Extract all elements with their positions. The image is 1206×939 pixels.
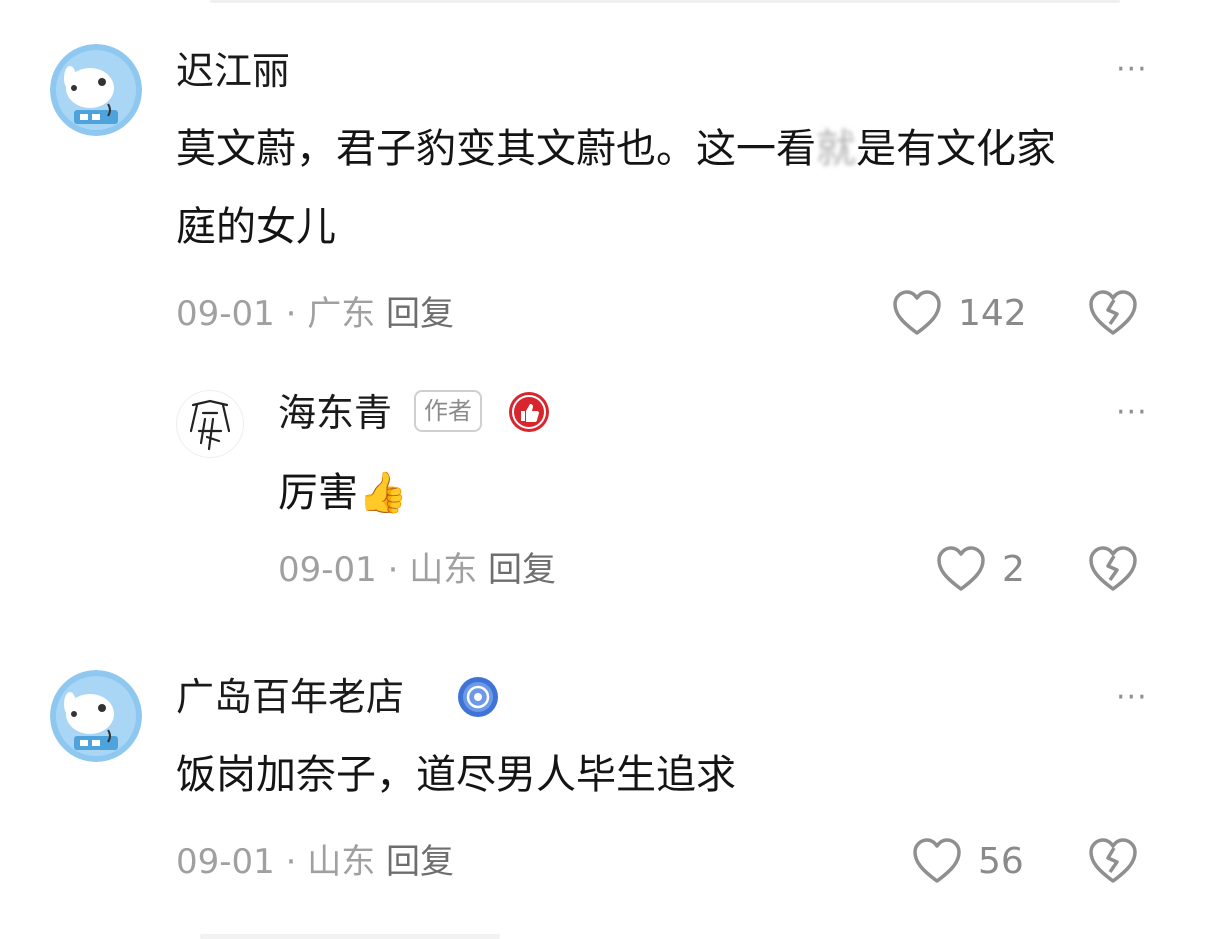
calligraphy-avatar-icon — [189, 399, 231, 451]
comment-date: 09-01 — [176, 294, 275, 334]
comment-text: 饭岗加奈子，道尽男人毕生追求 — [176, 752, 736, 798]
comment-meta: 09-01 · 广东 回复 — [176, 294, 454, 334]
avatar[interactable] — [50, 670, 142, 762]
username[interactable]: 迟江丽 — [176, 49, 290, 93]
comment-meta: 09-01 · 山东 回复 — [176, 842, 454, 882]
comment-location: 山东 — [307, 842, 376, 882]
like-count: 142 — [958, 293, 1027, 334]
comment-date: 09-01 — [278, 550, 377, 590]
heart-icon[interactable] — [936, 546, 986, 596]
comment-location: 山东 — [409, 550, 478, 590]
comment-text: 厉害👍 — [278, 470, 408, 516]
meta-separator: · — [285, 842, 297, 882]
meta-separator: · — [387, 550, 399, 590]
broken-heart-icon[interactable] — [1088, 838, 1138, 888]
heart-icon[interactable] — [912, 838, 962, 888]
like-count: 2 — [1002, 549, 1025, 590]
like-count: 56 — [978, 841, 1024, 882]
comment-date: 09-01 — [176, 842, 275, 882]
meta-separator: · — [285, 294, 297, 334]
broken-heart-icon[interactable] — [1088, 546, 1138, 596]
reply-button[interactable]: 回复 — [386, 294, 454, 334]
comment-text: 莫文蔚，君子豹变其文蔚也。这一看就是有文化家 庭的女儿 — [176, 126, 1056, 250]
author-badge: 作者 — [414, 390, 482, 432]
username[interactable]: 海东青 — [278, 391, 392, 435]
more-icon[interactable]: ··· — [1116, 398, 1148, 428]
verified-badge-icon — [456, 675, 500, 723]
comment-location: 广东 — [307, 294, 376, 334]
dog-avatar-icon — [50, 670, 142, 762]
bottom-divider — [200, 934, 500, 939]
comment-meta: 09-01 · 山东 回复 — [278, 550, 556, 590]
broken-heart-icon[interactable] — [1088, 290, 1138, 340]
heart-icon[interactable] — [892, 290, 942, 340]
more-icon[interactable]: ··· — [1116, 683, 1148, 713]
avatar[interactable] — [176, 390, 244, 458]
username[interactable]: 广岛百年老店 — [176, 675, 404, 719]
thumbs-up-badge-icon — [507, 390, 551, 438]
reply-button[interactable]: 回复 — [488, 550, 556, 590]
reply-button[interactable]: 回复 — [386, 842, 454, 882]
top-divider — [210, 0, 1120, 3]
avatar[interactable] — [50, 44, 142, 136]
more-icon[interactable]: ··· — [1116, 55, 1148, 85]
dog-avatar-icon — [50, 44, 142, 136]
